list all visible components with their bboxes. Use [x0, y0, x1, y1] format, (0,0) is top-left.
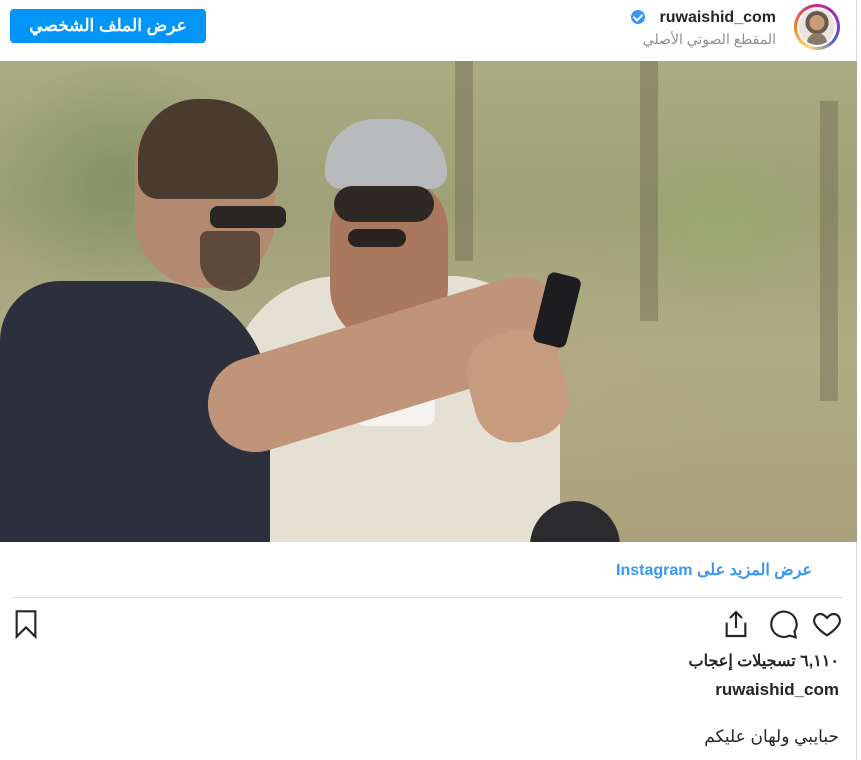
instagram-embed-card: ruwaishid_com المقطع الصوتي الأصلي عرض ا…: [0, 0, 857, 760]
view-more-on-instagram-link[interactable]: عرض المزيد على Instagram: [616, 560, 812, 580]
like-count[interactable]: ٦,١١٠ تسجيلات إعجاب: [689, 651, 839, 671]
audio-subtitle[interactable]: المقطع الصوتي الأصلي: [643, 31, 776, 48]
post-photo[interactable]: [0, 61, 857, 542]
profile-avatar[interactable]: [794, 4, 840, 50]
sunglasses-right: [334, 186, 434, 222]
bookmark-icon[interactable]: [6, 604, 46, 644]
post-header: ruwaishid_com المقطع الصوتي الأصلي عرض ا…: [0, 0, 857, 56]
comment-icon[interactable]: [763, 604, 803, 644]
divider: [12, 597, 842, 598]
caption-text: حبايبي ولهان عليكم: [704, 727, 839, 746]
verified-badge-icon: [631, 10, 645, 24]
avatar-photo: [799, 9, 835, 45]
sunglasses-left: [210, 206, 286, 228]
share-icon[interactable]: [716, 604, 756, 644]
header-username[interactable]: ruwaishid_com: [660, 9, 776, 27]
caption-username[interactable]: ruwaishid_com: [715, 680, 839, 700]
heart-icon[interactable]: [807, 604, 847, 644]
view-profile-button[interactable]: عرض الملف الشخصي: [10, 9, 206, 43]
flat-cap: [325, 119, 447, 189]
